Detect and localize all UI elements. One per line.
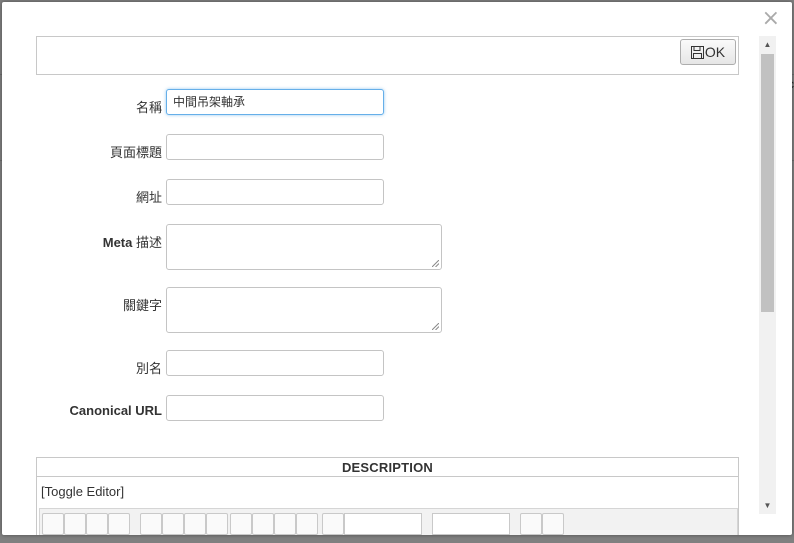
meta-description-textarea[interactable]: [166, 224, 442, 270]
field-label: 別名: [135, 361, 162, 376]
dialog-toolbar: OK: [36, 36, 739, 75]
field-label: Meta 描述: [102, 235, 162, 250]
description-panel: DESCRIPTION [Toggle Editor]: [36, 457, 739, 535]
editor-align-justify-button[interactable]: [296, 513, 318, 535]
editor-paste-text-button[interactable]: [206, 513, 228, 535]
save-icon: [690, 45, 704, 59]
editor-preview-button[interactable]: [86, 513, 108, 535]
field-label: 名稱: [135, 100, 162, 115]
description-title: DESCRIPTION: [37, 458, 738, 477]
field-label: 網址: [135, 190, 162, 205]
editor-paste-button[interactable]: [184, 513, 206, 535]
close-icon[interactable]: ×: [762, 8, 780, 30]
alias-input[interactable]: [166, 350, 384, 376]
editor-align-center-button[interactable]: [252, 513, 274, 535]
scroll-up-icon[interactable]: ▲: [759, 36, 776, 53]
editor-new-page-button[interactable]: [64, 513, 86, 535]
editor-align-left-button[interactable]: [230, 513, 252, 535]
scroll-thumb[interactable]: [761, 54, 774, 312]
scroll-down-icon[interactable]: ▼: [759, 497, 776, 514]
canonical-url-input[interactable]: [166, 395, 384, 421]
field-label: Canonical URL: [69, 403, 162, 418]
toggle-editor-link[interactable]: [Toggle Editor]: [41, 484, 124, 499]
resize-grip-icon[interactable]: [432, 260, 439, 267]
field-label: 頁面標題: [109, 145, 162, 160]
resize-grip-icon[interactable]: [432, 323, 439, 330]
editor-source-button[interactable]: [42, 513, 64, 535]
dialog-scrollbar[interactable]: ▲ ▼: [759, 36, 776, 514]
name-input[interactable]: 中間吊架軸承: [166, 89, 384, 115]
editor-remove-format-button[interactable]: [520, 513, 542, 535]
url-input[interactable]: [166, 179, 384, 205]
editor-align-right-button[interactable]: [274, 513, 296, 535]
editor-format-select[interactable]: [432, 513, 510, 535]
editor-format-icon-button[interactable]: [322, 513, 344, 535]
ok-label: OK: [704, 44, 726, 60]
edit-dialog: OK 名稱 中間吊架軸承 頁面標題 網址 Meta 描述 關鍵字 別名 Cano…: [2, 2, 792, 535]
editor-styles-select[interactable]: [344, 513, 422, 535]
editor-unlink-button[interactable]: [542, 513, 564, 535]
editor-templates-button[interactable]: [108, 513, 130, 535]
page-title-input[interactable]: [166, 134, 384, 160]
editor-cut-button[interactable]: [140, 513, 162, 535]
editor-toolbar: [39, 508, 738, 535]
ok-button[interactable]: OK: [680, 39, 736, 65]
dialog-content: OK 名稱 中間吊架軸承 頁面標題 網址 Meta 描述 關鍵字 別名 Cano…: [2, 2, 759, 535]
keywords-textarea[interactable]: [166, 287, 442, 333]
editor-copy-button[interactable]: [162, 513, 184, 535]
field-label: 關鍵字: [122, 298, 162, 313]
